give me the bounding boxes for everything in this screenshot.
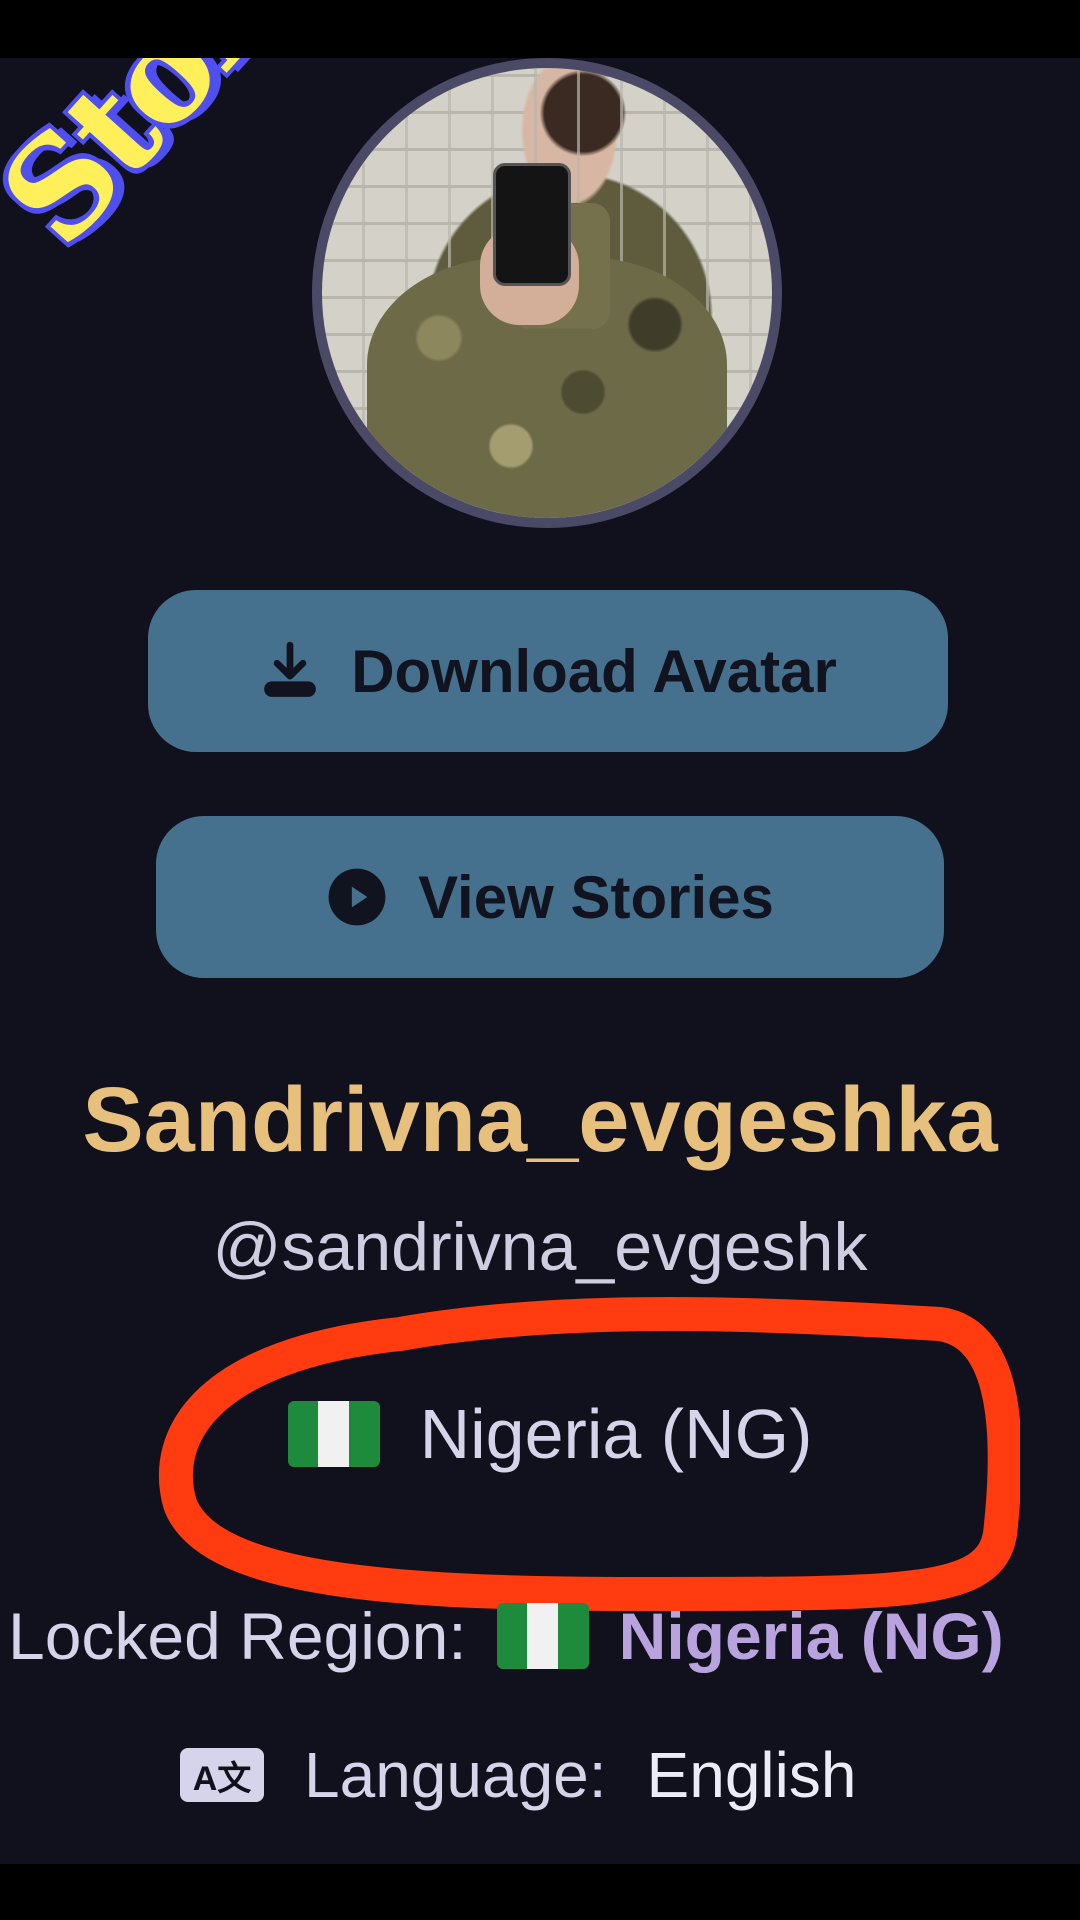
locked-region-label: Locked Region: [8,1599,467,1673]
play-circle-icon [328,868,386,926]
nigeria-flag-icon [496,1603,589,1669]
download-avatar-label: Download Avatar [351,637,837,705]
view-stories-button[interactable]: View Stories [156,816,944,978]
download-avatar-button[interactable]: Download Avatar [148,590,948,752]
locked-region-row: Locked Region: Nigeria (NG) [8,1598,1004,1674]
locked-region-value: Nigeria (NG) [618,1599,1004,1673]
profile-handle: @sandrivna_evgeshk [212,1209,868,1285]
profile-display-name: Sandrivna_evgeshka [82,1069,998,1171]
translate-icon: A文 [180,1748,264,1802]
language-value: English [646,1739,857,1811]
country-text: Nigeria (NG) [419,1395,813,1473]
profile-screen: Stolen Download Avatar View Stories Sand… [0,58,1080,1864]
nigeria-flag-icon [287,1401,380,1467]
download-icon [264,641,317,697]
country-row: Nigeria (NG) [0,1394,1080,1474]
view-stories-label: View Stories [418,863,774,931]
avatar-photo-phone [493,162,571,286]
language-label: Language: [304,1739,607,1811]
profile-avatar[interactable] [312,58,782,528]
language-row: A文 Language: English [180,1738,856,1812]
